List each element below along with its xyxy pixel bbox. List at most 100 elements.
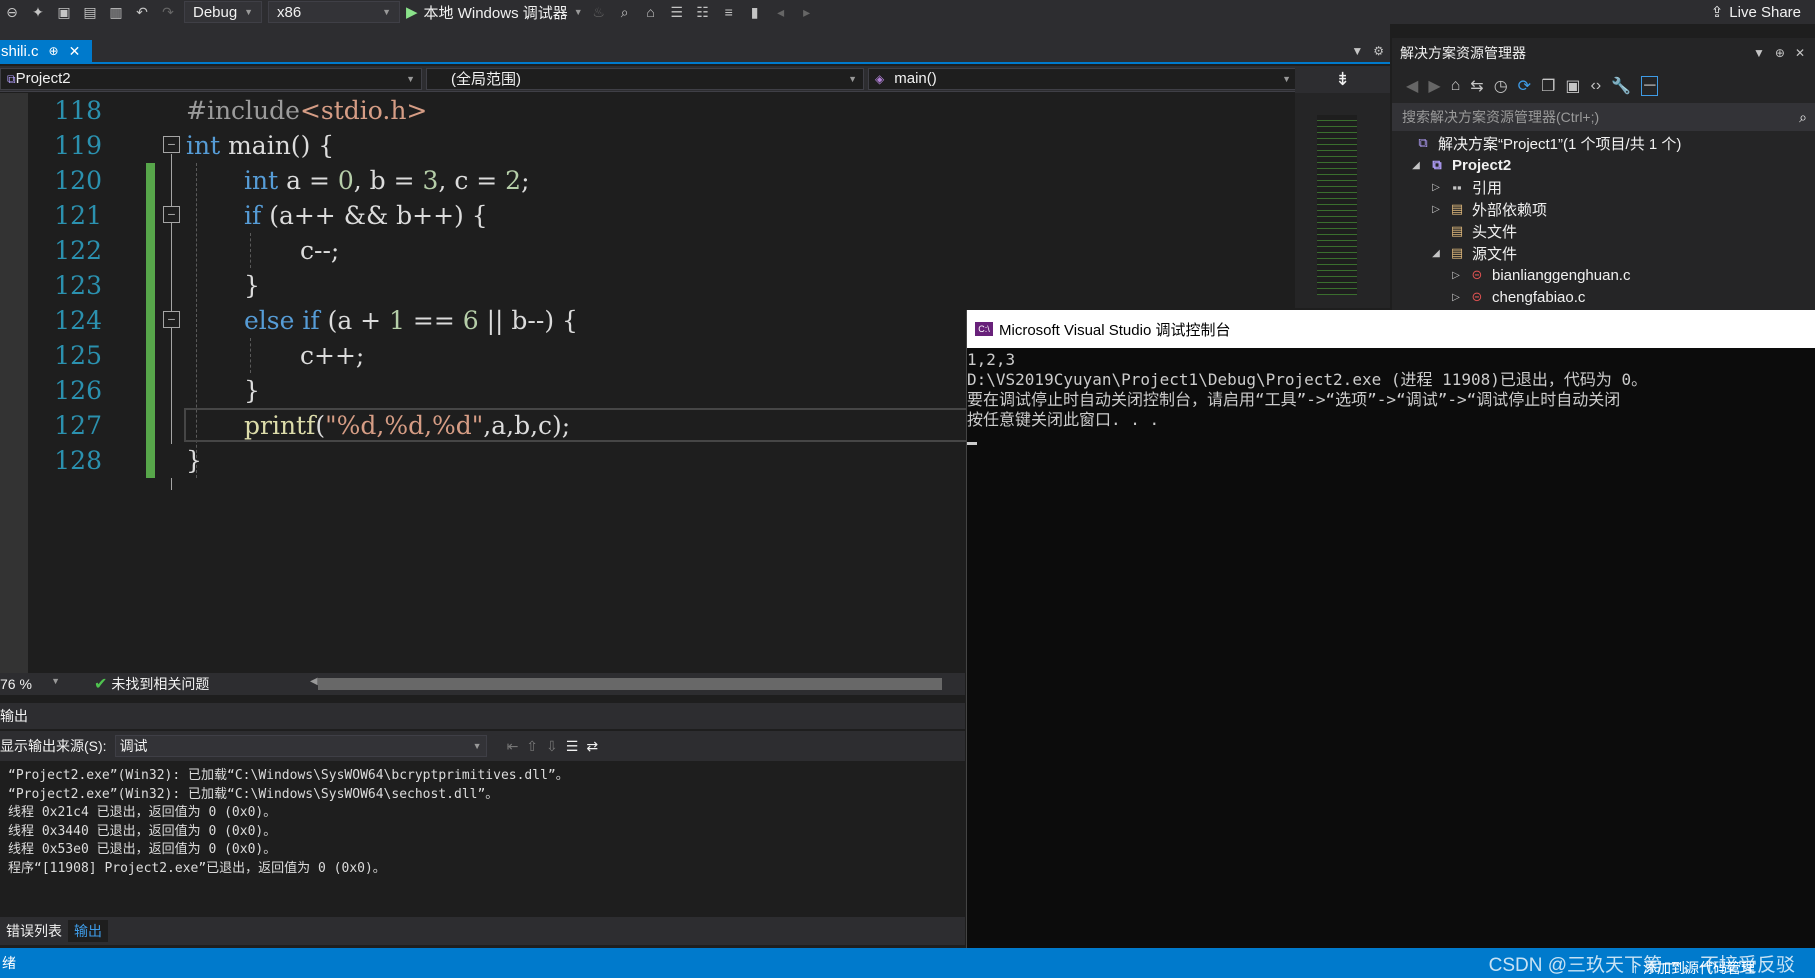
close-icon[interactable]: ✕ [1795, 46, 1805, 60]
browser-icon[interactable]: ⌂ [641, 2, 661, 22]
preview-icon[interactable]: ─ [1641, 76, 1659, 96]
solution-icon: ⧉ [1418, 135, 1428, 150]
gear-icon[interactable]: ⚙ [1373, 44, 1384, 58]
fire-icon[interactable]: ♨ [589, 2, 609, 22]
tab-list-dropdown-icon[interactable]: ▼ [1351, 44, 1363, 58]
tree-item-project[interactable]: ◢ ⧉ Project2 [1410, 154, 1511, 176]
tab-output[interactable]: 输出 [68, 920, 108, 942]
back-icon[interactable]: ◀ [1406, 76, 1418, 96]
code-text: , b = [353, 166, 423, 195]
open-folder-icon[interactable]: ▣ [54, 2, 74, 22]
zoom-dropdown[interactable]: 76 % ▼ [0, 676, 66, 692]
solution-configuration-dropdown[interactable]: Debug ▼ [184, 1, 262, 23]
redo-icon[interactable]: ↷ [158, 2, 178, 22]
split-editor-button[interactable]: ⇟ [1295, 66, 1390, 93]
number-literal: 2 [505, 166, 522, 195]
refresh-icon[interactable]: ⟳ [1518, 76, 1531, 96]
home-icon[interactable]: ⌂ [1451, 77, 1461, 95]
view-code-icon[interactable]: ‹› [1591, 77, 1602, 95]
bookmark-icon[interactable]: ▮ [745, 2, 765, 22]
vertical-scrollbar-map[interactable] [1295, 93, 1390, 308]
folder-icon: ▤ [1450, 201, 1464, 216]
properties-icon[interactable]: 🔧 [1611, 76, 1631, 96]
comment-icon[interactable]: ☰ [667, 2, 687, 22]
next-bookmark-icon[interactable]: ▸ [797, 2, 817, 22]
solution-search-input[interactable]: 搜索解决方案资源管理器(Ctrl+;) ⌕ [1392, 103, 1815, 131]
output-source-value: 调试 [119, 738, 148, 754]
show-all-files-icon[interactable]: ▣ [1565, 76, 1580, 96]
collapse-if-icon[interactable]: − [163, 206, 180, 223]
scope-dropdown[interactable]: (全局范围) ▼ [426, 67, 864, 90]
zoom-value: 76 % [0, 676, 32, 692]
document-tab-strip: shili.c ⊕ ✕ ▼ ⚙ [0, 24, 1390, 64]
tree-item-solution[interactable]: ⧉ 解决方案“Project1”(1 个项目/共 1 个) [1414, 132, 1681, 154]
find-message-icon[interactable]: ⇤ [507, 738, 519, 755]
scroll-left-icon[interactable]: ◀ [310, 676, 318, 687]
live-share-button[interactable]: ⇪ Live Share [1711, 0, 1801, 24]
switch-views-icon[interactable]: ⇆ [1470, 76, 1483, 96]
output-text[interactable]: “Project2.exe”(Win32): 已加载“C:\Windows\Sy… [0, 763, 965, 898]
search-icon: ⌕ [1799, 108, 1807, 125]
next-message-icon[interactable]: ⇩ [546, 738, 558, 755]
forward-icon[interactable]: ▶ [1428, 76, 1440, 96]
find-in-files-icon[interactable]: ⌕ [615, 2, 635, 22]
collapsed-arrow-icon[interactable]: ▷ [1450, 292, 1462, 303]
prev-message-icon[interactable]: ⇧ [526, 738, 538, 755]
code-line-118: #include<stdio.h> [186, 93, 427, 128]
save-all-icon[interactable]: ▥ [106, 2, 126, 22]
tree-item-header-files[interactable]: ▤ 头文件 [1430, 220, 1517, 242]
platform-value: x86 [277, 3, 302, 21]
chevron-down-icon: ▼ [406, 73, 415, 84]
collapse-all-icon[interactable]: ❐ [1541, 76, 1555, 96]
tree-item-external-dependencies[interactable]: ▷ ▤ 外部依赖项 [1430, 198, 1547, 220]
expanded-arrow-icon[interactable]: ◢ [1410, 160, 1422, 171]
member-value: main() [894, 70, 937, 87]
output-source-dropdown[interactable]: 调试 ▼ [114, 735, 487, 757]
code-line-122: c--; [300, 236, 340, 265]
chevron-down-icon[interactable]: ▼ [574, 7, 583, 17]
tree-item-references[interactable]: ▷ ▪▪ 引用 [1430, 176, 1502, 198]
back-icon[interactable]: ⊖ [2, 2, 22, 22]
issues-indicator[interactable]: ✔ 未找到相关问题 [94, 674, 209, 694]
code-line-127: printf("%d,%d,%d",a,b,c); [244, 408, 570, 443]
collapsed-arrow-icon[interactable]: ▷ [1450, 270, 1462, 281]
indent-icon[interactable]: ≡ [719, 2, 739, 22]
tree-item-file[interactable]: ▷ ⊝ chengfabiao.c [1450, 286, 1585, 308]
expanded-arrow-icon[interactable]: ◢ [1430, 248, 1442, 259]
project-dropdown[interactable]: ⧉Project2 ▼ [0, 67, 422, 90]
console-title-bar[interactable]: C:\ Microsoft Visual Studio 调试控制台 [967, 310, 1815, 348]
undo-icon[interactable]: ↶ [132, 2, 152, 22]
collapse-else-if-icon[interactable]: − [163, 311, 180, 328]
horizontal-scrollbar[interactable] [318, 678, 942, 690]
member-dropdown[interactable]: ◈ main() ▼ [868, 67, 1298, 90]
collapsed-arrow-icon[interactable]: ▷ [1430, 204, 1442, 215]
output-toolbar: 显示输出来源(S): 调试 ▼ ⇤ ⇧ ⇩ ☰ ⇄ [0, 731, 965, 761]
chevron-down-icon: ▼ [848, 73, 857, 84]
tab-error-list[interactable]: 错误列表 [0, 920, 68, 942]
pin-icon[interactable]: ⊕ [49, 44, 59, 58]
code-line-126: } [244, 376, 260, 405]
clear-all-icon[interactable]: ☰ [566, 738, 579, 755]
collapsed-arrow-icon[interactable]: ▷ [1430, 182, 1442, 193]
solution-explorer: 解决方案资源管理器 ▼ ⊕ ✕ ◀ ▶ ⌂ ⇆ ◷ ⟳ ❐ ▣ ‹› 🔧 ─ 搜… [1392, 38, 1815, 310]
tree-item-source-files[interactable]: ◢ ▤ 源文件 [1430, 242, 1517, 264]
code-line-123: } [244, 271, 260, 300]
uncomment-icon[interactable]: ☷ [693, 2, 713, 22]
save-icon[interactable]: ▤ [80, 2, 100, 22]
tab-shili-c[interactable]: shili.c ⊕ ✕ [0, 40, 92, 62]
platform-dropdown[interactable]: x86 ▼ [268, 1, 400, 23]
start-debugging-button[interactable]: ▶ 本地 Windows 调试器 ▼ [406, 2, 583, 23]
debug-console-window[interactable]: C:\ Microsoft Visual Studio 调试控制台 1,2,3 … [966, 310, 1815, 950]
tree-item-file[interactable]: ▷ ⊝ bianlianggenghuan.c [1450, 264, 1630, 286]
pin-icon[interactable]: ⊕ [1775, 46, 1785, 60]
code-line-119: int main() { [186, 128, 334, 163]
indent-guide [250, 233, 251, 268]
pending-changes-icon[interactable]: ◷ [1494, 76, 1508, 96]
prev-bookmark-icon[interactable]: ◂ [771, 2, 791, 22]
new-project-icon[interactable]: ✦ [28, 2, 48, 22]
close-icon[interactable]: ✕ [69, 43, 81, 60]
window-position-icon[interactable]: ▼ [1753, 46, 1765, 60]
collapse-main-icon[interactable]: − [163, 136, 180, 153]
word-wrap-icon[interactable]: ⇄ [586, 738, 598, 755]
code-text: ,a,b,c); [483, 411, 571, 440]
